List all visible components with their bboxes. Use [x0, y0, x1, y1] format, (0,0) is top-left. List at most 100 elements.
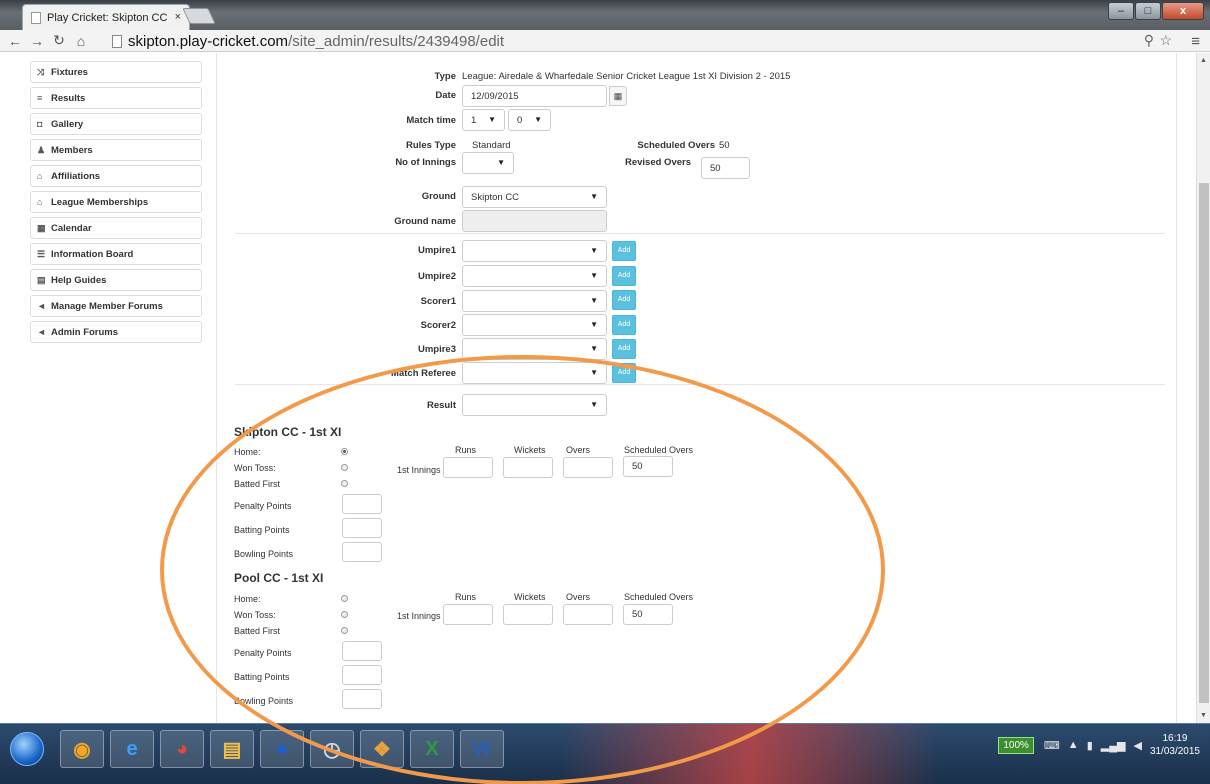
close-window-button[interactable]: x	[1162, 2, 1204, 20]
system-clock[interactable]: 16:19 31/03/2015	[1150, 732, 1200, 758]
scrollbar-thumb[interactable]	[1199, 183, 1209, 703]
hamburger-menu-icon[interactable]: ≡	[1191, 33, 1200, 50]
forward-arrow-icon[interactable]: →	[30, 33, 44, 49]
team1-batting-input[interactable]	[342, 518, 382, 538]
innings-label: No of Innings	[395, 157, 456, 168]
network-icon[interactable]: ▮	[1087, 739, 1093, 752]
team1-bowling-label: Bowling Points	[234, 549, 294, 559]
result-select[interactable]: ▼	[462, 394, 607, 416]
sidebar-item-results[interactable]: ≡ Results	[30, 87, 202, 109]
match-hour-select[interactable]: 1 ▼	[462, 109, 505, 131]
internet-explorer-icon[interactable]: e	[110, 730, 154, 768]
tab-close-icon[interactable]: ×	[175, 11, 181, 23]
volume-icon[interactable]: ◀	[1133, 739, 1141, 752]
team1-home-radio[interactable]	[341, 448, 348, 455]
home-icon[interactable]: ⌂	[74, 33, 88, 49]
team1-wickets-input[interactable]	[503, 457, 553, 478]
sidebar-item-members[interactable]: ♟ Members	[30, 139, 202, 161]
minimize-button[interactable]: –	[1108, 2, 1134, 20]
add-match-referee-button[interactable]: Add	[612, 363, 636, 383]
team2-penalty-input[interactable]	[342, 641, 382, 661]
team1-scheduled-overs-label: Scheduled Overs	[624, 445, 694, 455]
sidebar-item-information-board[interactable]: ☰ Information Board	[30, 243, 202, 265]
scroll-down-icon[interactable]: ▼	[1200, 712, 1207, 719]
chevron-down-icon: ▼	[590, 400, 598, 409]
team2-wickets-input[interactable]	[503, 604, 553, 625]
team1-batted-first-radio[interactable]	[341, 480, 348, 487]
calendar-icon: ▦	[37, 222, 46, 233]
scroll-up-icon[interactable]: ▲	[1200, 57, 1207, 64]
scorer1-select[interactable]: ▼	[462, 290, 607, 312]
content-divider	[216, 53, 217, 723]
reload-icon[interactable]: ↻	[52, 32, 66, 49]
team1-penalty-input[interactable]	[342, 494, 382, 514]
back-arrow-icon[interactable]: ←	[8, 33, 22, 49]
sidebar-item-manage-member-forums[interactable]: ◄ Manage Member Forums	[30, 295, 202, 317]
team2-home-radio[interactable]	[341, 595, 348, 602]
date-input[interactable]: 12/09/2015	[462, 85, 607, 107]
maximize-button[interactable]: □	[1135, 2, 1161, 20]
add-scorer2-button[interactable]: Add	[612, 315, 636, 335]
add-umpire2-button[interactable]: Add	[612, 266, 636, 286]
sidebar-item-affiliations[interactable]: ⌂ Affiliations	[30, 165, 202, 187]
team2-bowling-label: Bowling Points	[234, 696, 294, 706]
team1-scheduled-overs-input[interactable]: 50	[623, 456, 673, 477]
chevron-down-icon: ▼	[590, 320, 598, 329]
tray-arrow-icon[interactable]: ▲	[1068, 739, 1079, 751]
word-icon[interactable]: W	[460, 730, 504, 768]
excel-icon[interactable]: X	[410, 730, 454, 768]
scorer2-select[interactable]: ▼	[462, 314, 607, 336]
team1-runs-input[interactable]	[443, 457, 493, 478]
sidebar-item-fixtures[interactable]: ⤨ Fixtures	[30, 61, 202, 83]
app-icon-orange[interactable]: ◉	[60, 730, 104, 768]
umpire3-select[interactable]: ▼	[462, 338, 607, 360]
team2-batted-first-radio[interactable]	[341, 627, 348, 634]
match-referee-select[interactable]: ▼	[462, 362, 607, 384]
team1-bowling-input[interactable]	[342, 542, 382, 562]
scheduled-overs-label: Scheduled Overs	[637, 140, 715, 151]
app-icon-blue-dots[interactable]: ●	[260, 730, 304, 768]
zoom-icon[interactable]: ⚲	[1144, 32, 1154, 49]
clock-app-icon[interactable]: ◷	[310, 730, 354, 768]
sidebar-item-help-guides[interactable]: ▤ Help Guides	[30, 269, 202, 291]
start-button[interactable]	[10, 732, 44, 766]
page-scrollbar[interactable]: ▲ ▼	[1196, 53, 1210, 723]
team1-penalty-label: Penalty Points	[234, 501, 292, 511]
bookmark-star-icon[interactable]: ☆	[1159, 32, 1172, 49]
team2-won-toss-radio[interactable]	[341, 611, 348, 618]
battery-indicator[interactable]: 100%	[998, 736, 1034, 754]
file-explorer-icon[interactable]: ▤	[210, 730, 254, 768]
match-minute-select[interactable]: 0 ▼	[508, 109, 551, 131]
team1-won-toss-radio[interactable]	[341, 464, 348, 471]
add-umpire1-button[interactable]: Add	[612, 241, 636, 261]
app-icon-palette[interactable]: ❖	[360, 730, 404, 768]
keyboard-icon[interactable]: ⌨	[1044, 739, 1060, 752]
team2-overs-input[interactable]	[563, 604, 613, 625]
innings-select[interactable]: ▼	[462, 152, 514, 174]
team2-scheduled-overs-input[interactable]: 50	[623, 604, 673, 625]
team2-runs-input[interactable]	[443, 604, 493, 625]
revised-overs-input[interactable]: 50	[701, 157, 750, 179]
umpire1-label: Umpire1	[417, 245, 456, 256]
sidebar-item-gallery[interactable]: ◘ Gallery	[30, 113, 202, 135]
umpire2-select[interactable]: ▼	[462, 265, 607, 287]
team1-overs-input[interactable]	[563, 457, 613, 478]
team2-batting-input[interactable]	[342, 665, 382, 685]
add-scorer1-button[interactable]: Add	[612, 290, 636, 310]
browser-tab[interactable]: Play Cricket: Skipton CC ×	[22, 4, 190, 30]
admin-sidebar: ⤨ Fixtures ≡ Results ◘ Gallery ♟ Members ⌂ Af…	[30, 61, 202, 347]
sidebar-item-league-memberships[interactable]: ⌂ League Memberships	[30, 191, 202, 213]
chevron-down-icon: ▼	[488, 115, 496, 124]
sidebar-item-admin-forums[interactable]: ◄ Admin Forums	[30, 321, 202, 343]
calendar-icon[interactable]: ▦	[609, 86, 627, 106]
chrome-icon[interactable]: ◕	[160, 730, 204, 768]
ground-select[interactable]: Skipton CC ▼	[462, 186, 607, 208]
address-bar[interactable]: skipton.play-cricket.com /site_admin/res…	[112, 32, 1172, 50]
add-umpire3-button[interactable]: Add	[612, 339, 636, 359]
team2-bowling-input[interactable]	[342, 689, 382, 709]
sidebar-item-calendar[interactable]: ▦ Calendar	[30, 217, 202, 239]
umpire2-label: Umpire2	[417, 271, 456, 282]
signal-icon[interactable]: ▂▄▆	[1101, 739, 1126, 752]
umpire1-select[interactable]: ▼	[462, 240, 607, 262]
team2-home-label: Home:	[234, 594, 261, 604]
